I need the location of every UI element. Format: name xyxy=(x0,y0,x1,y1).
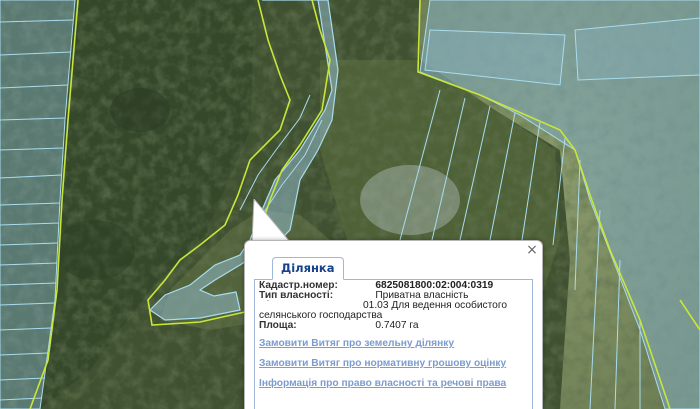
popup-pointer xyxy=(252,199,292,242)
order-land-extract-link[interactable]: Замовити Витяг про земельну ділянку xyxy=(259,338,506,349)
popup-content: Кадастр.номер: 6825081800:02:004:0319 Ти… xyxy=(254,279,533,409)
popup-links: Замовити Витяг про земельну ділянку Замо… xyxy=(259,338,506,399)
attr-row-area: Площа: 0.7407 га xyxy=(259,320,532,331)
ownership-rights-info-link[interactable]: Інформація про право власності та речові… xyxy=(259,378,506,389)
close-icon[interactable]: × xyxy=(525,243,539,257)
purpose-value: 01.03 Для ведення особистого селянського… xyxy=(259,300,521,321)
order-valuation-extract-link[interactable]: Замовити Витяг про нормативну грошову оц… xyxy=(259,358,506,369)
attr-value: 0.7407 га xyxy=(375,320,419,331)
parcel-info-popup: × Ділянка Кадастр.номер: 6825081800:02:0… xyxy=(244,240,543,409)
tab-parcel[interactable]: Ділянка xyxy=(272,257,344,280)
attr-key: Площа: xyxy=(259,320,297,331)
popup-tab-bar: Ділянка xyxy=(254,257,533,280)
